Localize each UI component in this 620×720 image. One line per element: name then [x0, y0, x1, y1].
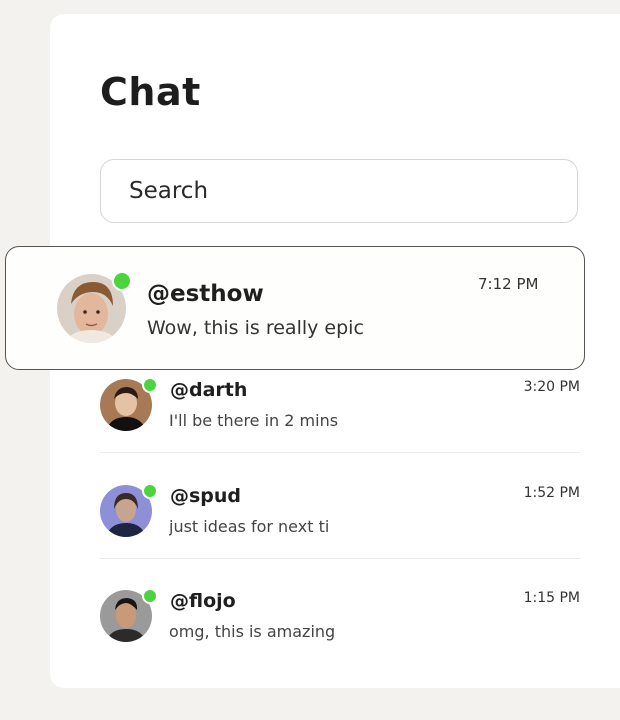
chat-timestamp: 3:20 PM — [523, 379, 580, 395]
chat-timestamp: 7:12 PM — [478, 275, 539, 293]
chat-list-item-flojo[interactable]: @flojo omg, this is amazing 1:15 PM — [100, 584, 580, 689]
chat-message-preview: omg, this is amazing — [169, 622, 336, 641]
chat-message-preview: Wow, this is really epic — [147, 317, 364, 339]
online-status-dot — [142, 588, 158, 604]
chat-message-preview: just ideas for next time — [169, 517, 329, 536]
online-status-dot — [112, 271, 132, 291]
divider — [100, 452, 580, 453]
chat-handle: @esthow — [147, 281, 264, 307]
avatar — [57, 271, 132, 343]
chat-message-preview: I'll be there in 2 mins — [169, 411, 339, 430]
chat-timestamp: 1:15 PM — [523, 590, 580, 606]
chat-timestamp: 1:52 PM — [523, 485, 580, 501]
chat-list-item-darth[interactable]: @darth I'll be there in 2 mins 3:20 PM — [100, 373, 580, 478]
avatar — [100, 483, 158, 537]
chat-list-item-esthow[interactable]: @esthow Wow, this is really epic 7:12 PM — [5, 246, 585, 370]
chat-handle: @flojo — [170, 590, 236, 612]
search-input[interactable] — [100, 159, 578, 223]
online-status-dot — [142, 483, 158, 499]
avatar — [100, 377, 158, 431]
avatar — [100, 588, 158, 642]
divider — [100, 558, 580, 559]
page-title: Chat — [100, 70, 201, 114]
chat-handle: @spud — [170, 485, 242, 507]
chat-handle: @darth — [170, 379, 248, 401]
online-status-dot — [142, 377, 158, 393]
chat-list-item-spud[interactable]: @spud just ideas for next time 1:52 PM — [100, 479, 580, 584]
